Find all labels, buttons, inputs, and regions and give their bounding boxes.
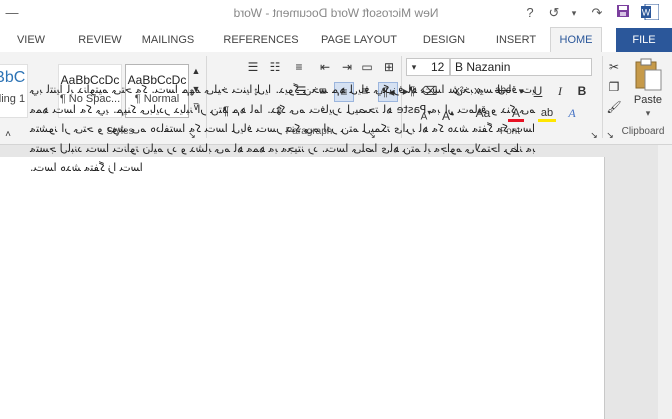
undo-icon[interactable]: ↺ <box>546 4 562 22</box>
highlight-button[interactable]: ab <box>538 104 556 122</box>
save-icon[interactable] <box>614 4 632 22</box>
shading-icon[interactable]: ▭ <box>358 58 376 76</box>
style-name: Heading 1 <box>0 93 26 105</box>
collapse-ribbon-icon[interactable]: ˄ <box>2 126 14 144</box>
group-separator <box>602 56 603 138</box>
tab-file[interactable]: FILE <box>616 28 672 52</box>
font-size-value: 12 <box>431 60 445 74</box>
text-effects-icon[interactable]: A <box>564 104 580 122</box>
document-body-text[interactable]: ﻲﺑ ﺎﺘﻨﯾا ﺎﺑ ﺪﻧاﻮﺘﯿﻣ ﯽﺘﺣ ﻪﻛ .ﺖﺳا ﻢﻬﻣ ﯽﻠﯿﺧ… <box>30 80 535 178</box>
tab-insert[interactable]: INSERT <box>492 28 540 52</box>
word-logo-letter: W <box>642 8 651 18</box>
word-logo-icon: W <box>640 3 660 22</box>
multilevel-list-icon[interactable]: ≡ <box>290 58 308 76</box>
font-name-combo[interactable]: B Nazanin <box>450 58 592 76</box>
ribbon-tabs: VIEW REVIEW MAILINGS REFERENCES PAGE LAY… <box>0 27 672 53</box>
paste-label: Paste <box>633 94 663 106</box>
format-painter-icon[interactable]: 🖌 <box>605 98 623 116</box>
minimize-icon[interactable]: — <box>5 4 19 22</box>
italic-button[interactable]: I <box>552 82 568 100</box>
tab-references[interactable]: REFERENCES <box>220 28 302 52</box>
paste-icon <box>635 58 662 91</box>
window-title-text: New Microsoft Word Document - Word <box>233 6 439 20</box>
paste-button[interactable]: Paste ▾ <box>628 56 668 122</box>
style-heading1[interactable]: AaBbC Heading 1 <box>0 64 28 118</box>
font-dialog-launcher-icon[interactable]: ↘ <box>588 126 600 144</box>
style-sample: AaBbC <box>0 69 26 86</box>
help-icon[interactable]: ? <box>523 4 537 22</box>
tab-review[interactable]: REVIEW <box>74 28 126 52</box>
document-page[interactable] <box>0 157 605 419</box>
borders-icon[interactable]: ⊞ <box>380 58 398 76</box>
clipboard-dialog-launcher-icon[interactable]: ↘ <box>604 126 616 144</box>
title-bar: New Microsoft Word Document - Word — ? ↺… <box>0 0 672 28</box>
paste-dropdown-icon[interactable]: ▾ <box>628 108 668 119</box>
redo-icon[interactable]: ↷ <box>588 4 606 22</box>
bold-button[interactable]: B <box>574 82 590 100</box>
styles-scroll-up-icon[interactable]: ▲ <box>190 62 202 80</box>
tab-mailings[interactable]: MAILINGS <box>136 28 200 52</box>
font-size-dropdown-icon[interactable]: ▾ <box>408 58 420 76</box>
clipboard-group-label: Clipboard <box>621 126 665 137</box>
vertical-scrollbar[interactable] <box>658 145 672 419</box>
bullets-icon[interactable]: ☰ <box>244 58 262 76</box>
font-name-value: B Nazanin <box>455 60 511 74</box>
help-label: ? <box>526 5 534 20</box>
tab-page-layout[interactable]: PAGE LAYOUT <box>316 28 402 52</box>
tab-home[interactable]: HOME <box>550 27 602 53</box>
qat-customize-icon[interactable]: ▾ <box>568 4 580 22</box>
cut-icon[interactable]: ✂ <box>605 58 623 76</box>
increase-indent-icon[interactable]: ⇥ <box>338 58 356 76</box>
tab-view[interactable]: VIEW <box>10 28 52 52</box>
numbering-icon[interactable]: ☷ <box>266 58 284 76</box>
tab-design[interactable]: DESIGN <box>418 28 470 52</box>
document-canvas <box>0 145 672 419</box>
copy-icon[interactable]: ❐ <box>605 78 623 96</box>
decrease-indent-icon[interactable]: ⇤ <box>316 58 334 76</box>
